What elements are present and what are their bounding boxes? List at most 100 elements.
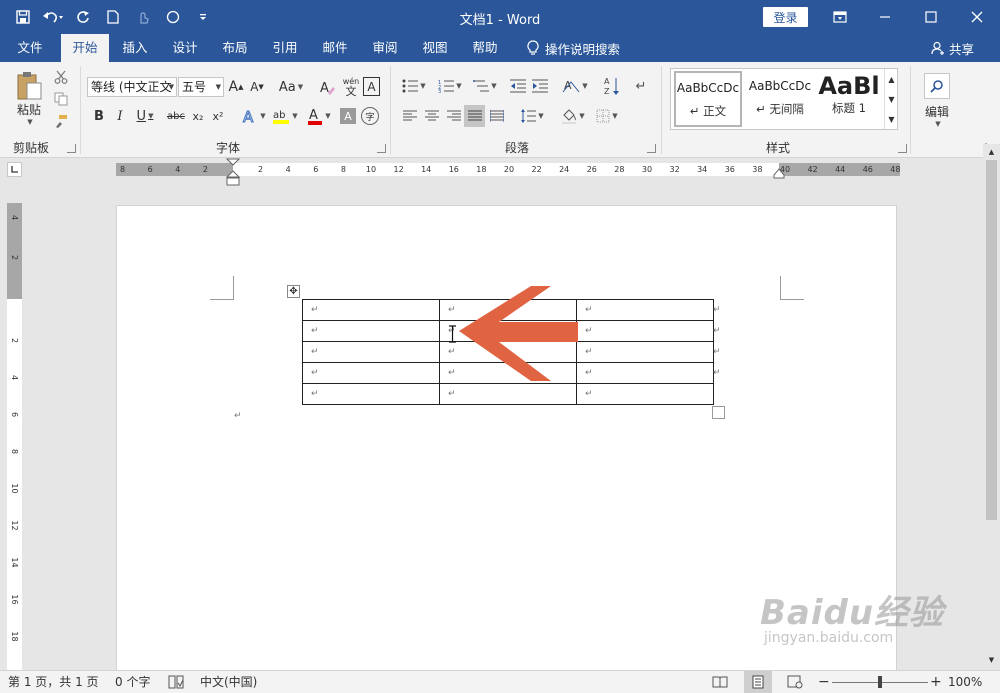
decrease-indent-icon[interactable] [508, 76, 528, 96]
table-cell[interactable]: ↵ [576, 299, 714, 321]
styles-dialog-launcher-icon[interactable] [898, 144, 907, 153]
tab-layout[interactable]: 布局 [211, 34, 259, 62]
tab-review[interactable]: 审阅 [361, 34, 409, 62]
proofing-icon[interactable] [168, 671, 184, 693]
distributed-icon[interactable] [487, 106, 507, 126]
shrink-font-icon[interactable]: A ▼ [249, 77, 265, 97]
tab-selector-icon[interactable] [7, 162, 22, 177]
tab-insert[interactable]: 插入 [111, 34, 159, 62]
touch-mode-icon[interactable] [130, 4, 156, 30]
superscript-button[interactable]: x² [210, 106, 226, 126]
zoom-in-icon[interactable]: + [930, 671, 942, 693]
table-cell[interactable]: ↵ [439, 383, 577, 405]
format-painter-icon[interactable] [52, 112, 70, 130]
sort-icon[interactable]: AZ [602, 74, 622, 98]
italic-button[interactable]: I [112, 106, 128, 126]
enclose-characters-button[interactable]: 字 [361, 107, 379, 125]
editing-button[interactable]: 编辑 ▼ [918, 70, 956, 130]
numbering-button[interactable]: 1 2 3 ▼ [434, 76, 466, 96]
paragraph-dialog-launcher-icon[interactable] [647, 144, 656, 153]
phonetic-guide-button[interactable]: wén 文 [341, 76, 361, 98]
gallery-more-icon[interactable]: ▼ [884, 109, 898, 129]
bullets-button[interactable]: ▼ [398, 76, 430, 96]
borders-button[interactable]: ▼ [592, 106, 622, 126]
table-cell[interactable]: ↵ [302, 362, 440, 384]
page-count-status[interactable]: 第 1 页，共 1 页 [8, 671, 99, 693]
table-cell[interactable]: ↵ [576, 383, 714, 405]
gallery-scroll-up-icon[interactable]: ▲ [884, 69, 898, 89]
style-no-spacing[interactable]: AaBbCcDc ↵ 无间隔 [745, 71, 815, 127]
strikethrough-button[interactable]: abc [165, 106, 187, 126]
tab-design[interactable]: 设计 [161, 34, 209, 62]
table-cell[interactable]: ↵ [302, 299, 440, 321]
vertical-ruler[interactable]: 4 2 2 4 6 8 10 12 14 16 18 [7, 203, 22, 670]
close-icon[interactable] [954, 0, 1000, 34]
table-cell[interactable]: ↵ [302, 320, 440, 342]
bold-button[interactable]: B [91, 106, 107, 126]
customize-qat-icon[interactable] [190, 4, 216, 30]
font-size-combo[interactable]: 五号 ▼ [178, 77, 224, 97]
highlight-button[interactable]: ab ▼ [270, 106, 300, 126]
repeat-icon[interactable] [70, 4, 96, 30]
table-cell[interactable]: ↵ [576, 362, 714, 384]
undo-icon[interactable] [40, 4, 66, 30]
word-count-status[interactable]: 0 个字 [115, 671, 150, 693]
table-move-handle-icon[interactable]: ✥ [287, 285, 300, 298]
justify-icon[interactable] [464, 105, 485, 127]
scroll-thumb[interactable] [986, 160, 997, 520]
web-layout-icon[interactable] [787, 671, 803, 693]
cut-icon[interactable] [52, 68, 70, 86]
character-border-icon[interactable]: A [363, 77, 380, 96]
shape-circle-icon[interactable] [160, 4, 186, 30]
tab-help[interactable]: 帮助 [461, 34, 509, 62]
text-effects-button[interactable]: A ▼ [240, 106, 268, 126]
ribbon-display-options-icon[interactable] [817, 0, 863, 34]
scroll-down-icon[interactable]: ▼ [986, 654, 997, 666]
tab-references[interactable]: 引用 [261, 34, 309, 62]
new-document-icon[interactable] [100, 4, 126, 30]
tell-me-search[interactable]: 操作说明搜索 [527, 34, 620, 62]
font-name-combo[interactable]: 等线 (中文正文 ▼ [87, 77, 177, 97]
print-layout-icon[interactable] [744, 671, 772, 693]
change-case-button[interactable]: Aa ▼ [276, 77, 306, 97]
tab-home[interactable]: 开始 [61, 34, 109, 63]
zoom-out-icon[interactable]: − [818, 671, 830, 693]
subscript-button[interactable]: x₂ [190, 106, 206, 126]
multilevel-list-button[interactable]: ▼ [469, 76, 501, 96]
table-resize-handle-icon[interactable] [712, 406, 725, 419]
save-icon[interactable] [10, 4, 36, 30]
clear-formatting-icon[interactable]: A [318, 76, 336, 98]
character-shading-icon[interactable]: A [340, 108, 356, 124]
line-spacing-button[interactable]: ▼ [517, 106, 547, 126]
font-dialog-launcher-icon[interactable] [377, 144, 386, 153]
paste-dropdown-icon[interactable]: ▼ [27, 118, 32, 126]
align-center-icon[interactable] [422, 106, 442, 126]
login-button[interactable]: 登录 [763, 7, 808, 27]
zoom-slider[interactable] [832, 671, 928, 693]
right-indent-marker-icon[interactable] [773, 168, 785, 180]
clipboard-dialog-launcher-icon[interactable] [67, 144, 76, 153]
indent-markers-icon[interactable] [226, 158, 240, 188]
maximize-icon[interactable] [908, 0, 954, 34]
table-cell[interactable]: ↵ [576, 320, 714, 342]
zoom-level[interactable]: 100% [948, 671, 982, 693]
style-heading-1[interactable]: AaBl 标题 1 [817, 71, 881, 127]
grow-font-icon[interactable]: A ▲ [228, 77, 244, 97]
paste-button[interactable]: 粘贴 ▼ [8, 68, 50, 128]
increase-indent-icon[interactable] [530, 76, 550, 96]
zoom-slider-thumb[interactable] [878, 676, 882, 688]
underline-button[interactable]: U ▼ [133, 106, 157, 126]
tab-file[interactable]: 文件 [6, 34, 54, 62]
gallery-scroll-down-icon[interactable]: ▼ [884, 89, 898, 109]
copy-icon[interactable] [52, 90, 70, 108]
align-right-icon[interactable] [444, 106, 464, 126]
read-mode-icon[interactable] [712, 671, 728, 693]
document-page[interactable]: ✥ ↵ ↵ ↵ ↵ ↵ ↵ ↵ ↵ ↵ ↵ ↵ ↵ ↵ ↵ ↵ ↵ ↵ ↵ ↵ ↵ [116, 205, 897, 675]
vertical-scrollbar[interactable]: ▲ ▼ [983, 144, 1000, 670]
show-formatting-marks-icon[interactable]: ↵ [631, 76, 651, 96]
scroll-up-icon[interactable]: ▲ [986, 146, 997, 158]
shading-button[interactable]: ▼ [558, 106, 588, 126]
tab-view[interactable]: 视图 [411, 34, 459, 62]
font-color-button[interactable]: A ▼ [305, 106, 333, 126]
table-cell[interactable]: ↵ [576, 341, 714, 363]
